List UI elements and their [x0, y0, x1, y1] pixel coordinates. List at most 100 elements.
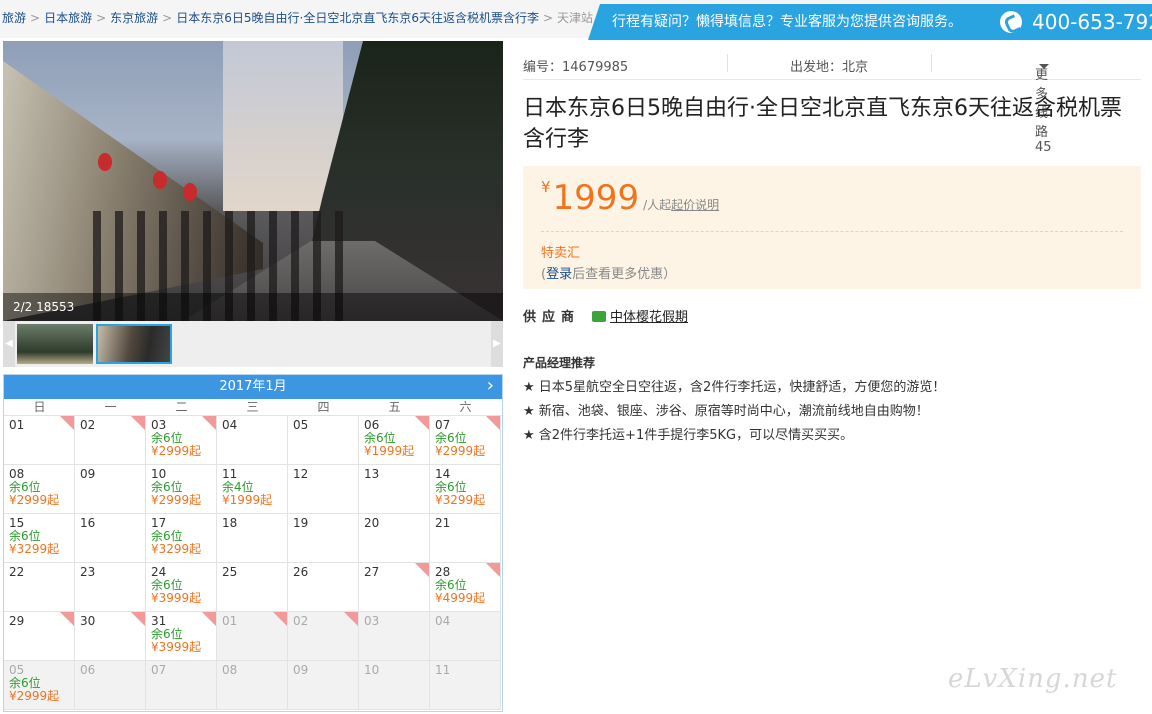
calendar-day[interactable]: 13 [359, 465, 430, 514]
calendar-day[interactable]: 01 [217, 612, 288, 661]
day-number: 23 [80, 565, 96, 579]
calendar-day[interactable]: 26 [288, 563, 359, 612]
breadcrumb-japan[interactable]: 日本旅游 [44, 11, 92, 25]
calendar-day[interactable]: 07 余6位 ¥2999起 [430, 416, 501, 465]
calendar-day[interactable]: 05 [288, 416, 359, 465]
recommend-item: ★ 含2件行李托运+1件手提行李5KG，可以尽情买买买。 [523, 428, 854, 443]
day-number: 08 [222, 663, 238, 677]
day-number: 05 [293, 418, 309, 432]
breadcrumb-tokyo[interactable]: 东京旅游 [110, 11, 158, 25]
thumb-next-icon[interactable]: ▶ [491, 321, 503, 367]
day-number: 03 [364, 614, 380, 628]
calendar-day[interactable]: 01 [4, 416, 75, 465]
calendar-day[interactable]: 18 [217, 514, 288, 563]
calendar-day[interactable]: 19 [288, 514, 359, 563]
calendar-day[interactable]: 14 余6位 ¥3299起 [430, 465, 501, 514]
calendar-day[interactable]: 09 [75, 465, 146, 514]
calendar-day[interactable]: 09 [288, 661, 359, 710]
special-tag-icon [415, 416, 429, 430]
weekday-label: 日 [33, 400, 46, 414]
calendar-day[interactable]: 08 [217, 661, 288, 710]
special-tag-icon [60, 612, 74, 626]
day-number: 04 [435, 614, 451, 628]
special-tag-icon [486, 563, 500, 577]
day-number: 09 [80, 467, 96, 481]
calendar-day[interactable]: 11 余4位 ¥1999起 [217, 465, 288, 514]
login-link[interactable]: 登录 [546, 267, 572, 282]
breadcrumb-product[interactable]: 日本东京6日5晚自由行·全日空北京直飞东京6天往返含税机票含行李 [176, 11, 539, 25]
calendar-day[interactable]: 10 余6位 ¥2999起 [146, 465, 217, 514]
weekday-label: 四 [317, 400, 330, 414]
recommend-title: 产品经理推荐 [523, 356, 596, 370]
calendar-day[interactable]: 23 [75, 563, 146, 612]
calendar-day[interactable]: 08 余6位 ¥2999起 [4, 465, 75, 514]
calendar-day[interactable]: 16 [75, 514, 146, 563]
calendar-day[interactable]: 04 [217, 416, 288, 465]
breadcrumb-separator: > [162, 11, 173, 25]
calendar-day[interactable]: 30 [75, 612, 146, 661]
main-photo[interactable] [3, 41, 503, 321]
calendar-day[interactable]: 25 [217, 563, 288, 612]
calendar-day[interactable]: 11 [430, 661, 501, 710]
calendar-day[interactable]: 03 余6位 ¥2999起 [146, 416, 217, 465]
breadcrumb-station[interactable]: 天津站 [557, 11, 593, 25]
breadcrumb: 旅游 > 日本旅游 > 东京旅游 > 日本东京6日5晚自由行·全日空北京直飞东京6天往返含税… [2, 0, 593, 38]
calendar-day[interactable]: 07 [146, 661, 217, 710]
calendar-day[interactable]: 15 余6位 ¥3299起 [4, 514, 75, 563]
login-hint: (登录后查看更多优惠） [541, 267, 677, 282]
per-person-label: /人起 [643, 198, 672, 212]
calendar-day[interactable]: 24 余6位 ¥3999起 [146, 563, 217, 612]
day-price: ¥2999起 [9, 689, 60, 703]
calendar-month: 2017年1月 [219, 379, 287, 394]
day-number: 04 [222, 418, 238, 432]
departure-calendar: 2017年1月 › 日一二三四五六 01 02 03 余6位 ¥2999起 04 05 06 余… [3, 374, 503, 712]
breadcrumb-travel[interactable]: 旅游 [2, 11, 26, 25]
weekday-label: 三 [246, 400, 259, 414]
breadcrumb-separator: > [96, 11, 107, 25]
hotline-number: 400-653-792 [1032, 10, 1152, 34]
thumb-prev-icon[interactable]: ◀ [3, 321, 15, 367]
calendar-day[interactable]: 17 余6位 ¥3299起 [146, 514, 217, 563]
calendar-day[interactable]: 04 [430, 612, 501, 661]
calendar-day[interactable]: 20 [359, 514, 430, 563]
consult-banner[interactable]: 行程有疑问？懒得填信息？专业客服为您提供咨询服务。 [588, 4, 988, 40]
day-number: 13 [364, 467, 380, 481]
calendar-day[interactable]: 02 [75, 416, 146, 465]
calendar-day[interactable]: 29 [4, 612, 75, 661]
recommend-item: ★ 新宿、池袋、银座、涉谷、原宿等时尚中心，潮流前线地自由购物！ [523, 404, 929, 419]
calendar-day[interactable]: 10 [359, 661, 430, 710]
calendar-day[interactable]: 31 余6位 ¥3999起 [146, 612, 217, 661]
recommend-item: ★ 日本5星航空全日空往返，含2件行李托运，快捷舒适，方便您的游览！ [523, 380, 946, 395]
calendar-day[interactable]: 28 余6位 ¥4999起 [430, 563, 501, 612]
calendar-day[interactable]: 27 [359, 563, 430, 612]
special-tag-icon [131, 612, 145, 626]
recommend-list: ★ 日本5星航空全日空往返，含2件行李托运，快捷舒适，方便您的游览！ ★ 新宿、… [523, 376, 1141, 448]
next-month-icon[interactable]: › [487, 375, 494, 397]
calendar-day[interactable]: 12 [288, 465, 359, 514]
supplier-link[interactable]: 中体樱花假期 [610, 310, 688, 325]
calendar-day[interactable]: 06 余6位 ¥1999起 [359, 416, 430, 465]
calendar-day[interactable]: 21 [430, 514, 501, 563]
calendar-grid: 01 02 03 余6位 ¥2999起 04 05 06 余6位 ¥1999起 07 余6位 ¥2999… [4, 416, 502, 710]
day-number: 20 [364, 516, 380, 530]
calendar-day[interactable]: 22 [4, 563, 75, 612]
thumbnail-1[interactable] [17, 324, 93, 364]
day-price: ¥2999起 [9, 493, 60, 507]
price-value: 1999 [552, 178, 640, 218]
day-price: ¥2999起 [151, 493, 202, 507]
calendar-day[interactable]: 03 [359, 612, 430, 661]
thumbnail-2[interactable] [96, 324, 172, 364]
calendar-day[interactable]: 06 [75, 661, 146, 710]
calendar-day[interactable]: 02 [288, 612, 359, 661]
thumbnail-strip: ◀ ▶ [3, 321, 503, 367]
day-number: 21 [435, 516, 451, 530]
hotline[interactable]: 400-653-792 [988, 4, 1152, 40]
phone-icon [1000, 11, 1022, 33]
day-number: 19 [293, 516, 309, 530]
product-info-row: 编号：14679985 出发地：北京 更多线路45 [523, 48, 1141, 155]
day-price: ¥1999起 [222, 493, 273, 507]
day-number: 06 [80, 663, 96, 677]
price-note-link[interactable]: 起价说明 [671, 198, 719, 212]
calendar-day[interactable]: 05 余6位 ¥2999起 [4, 661, 75, 710]
day-price: ¥3999起 [151, 591, 202, 605]
